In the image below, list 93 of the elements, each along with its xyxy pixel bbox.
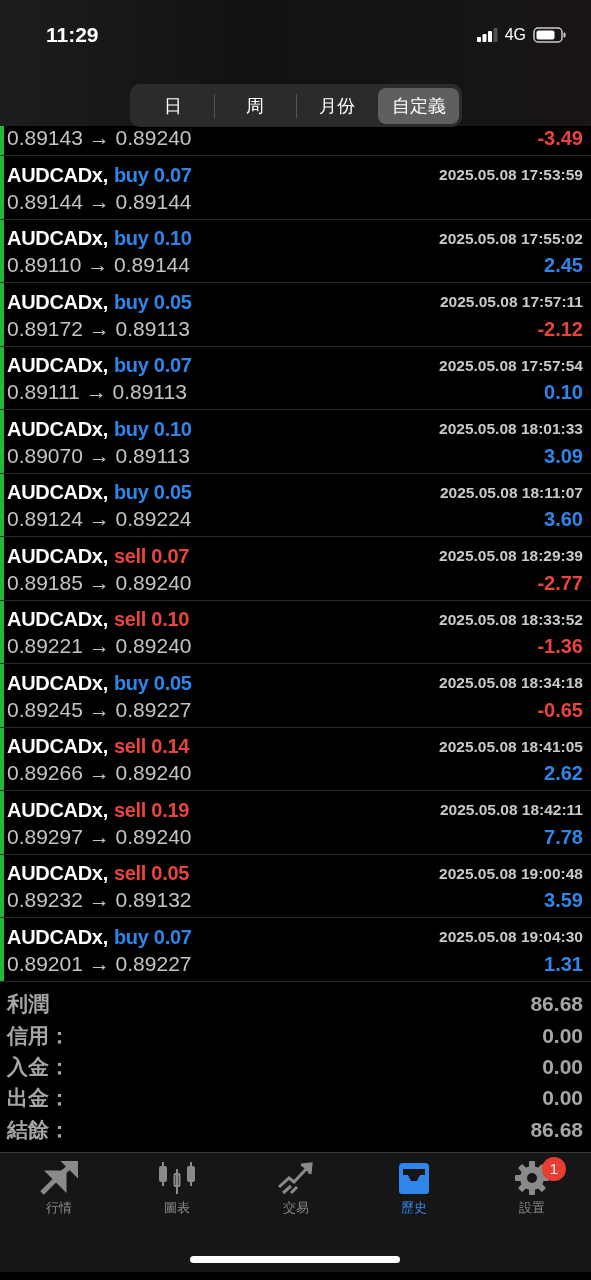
deal-time: 2025.05.08 19:04:30 bbox=[439, 928, 583, 947]
order-action: sell 0.05 bbox=[113, 862, 190, 885]
symbol-name: AUDCADx, bbox=[7, 671, 108, 694]
symbol-name: AUDCADx, bbox=[7, 227, 108, 250]
summary-value: 86.68 bbox=[530, 1117, 583, 1142]
symbol-name: AUDCADx, bbox=[7, 798, 108, 821]
price-range: 0.89201 → 0.89227 bbox=[7, 951, 192, 976]
trend-arrow-icon bbox=[276, 1160, 315, 1195]
price-range: 0.89221 → 0.89240 bbox=[7, 634, 192, 659]
order-action: sell 0.19 bbox=[113, 798, 190, 821]
profit-value: 2.45 bbox=[544, 254, 583, 278]
price-range: 0.89172 → 0.89113 bbox=[7, 316, 190, 341]
order-action: buy 0.07 bbox=[113, 354, 192, 377]
price-range: 0.89185 → 0.89240 bbox=[7, 570, 192, 595]
deal-time: 2025.05.08 18:11:07 bbox=[439, 483, 583, 502]
period-tab[interactable]: 周 bbox=[214, 87, 296, 124]
period-tab[interactable]: 月份 bbox=[296, 87, 378, 124]
order-action: buy 0.07 bbox=[113, 163, 192, 186]
period-tab[interactable]: 日 bbox=[133, 87, 214, 124]
profit-value: -3.49 bbox=[537, 127, 583, 150]
price-range: 0.89111 → 0.89113 bbox=[7, 380, 187, 405]
summary-value: 0.00 bbox=[542, 1054, 583, 1079]
candlestick-icon bbox=[158, 1160, 197, 1195]
deal-time: 2025.05.08 18:29:39 bbox=[439, 547, 583, 566]
period-tab[interactable]: 自定義 bbox=[378, 87, 459, 124]
summary-label: 結餘： bbox=[7, 1116, 70, 1143]
deal-time: 2025.05.08 18:42:11 bbox=[439, 801, 583, 820]
order-action: buy 0.05 bbox=[113, 671, 192, 694]
summary-label: 出金： bbox=[7, 1085, 70, 1112]
price-range: 0.89297 → 0.89240 bbox=[7, 824, 192, 849]
order-action: sell 0.14 bbox=[113, 735, 190, 758]
symbol-name: AUDCADx, bbox=[7, 735, 108, 758]
summary-label: 利潤 bbox=[7, 991, 49, 1018]
deal-time: 2025.05.08 18:41:05 bbox=[439, 737, 583, 756]
profit-value: -0.65 bbox=[537, 698, 583, 722]
battery-icon bbox=[533, 27, 567, 43]
symbol-name: AUDCADx, bbox=[7, 417, 108, 440]
order-action: buy 0.05 bbox=[113, 481, 192, 504]
tab-bar-item[interactable]: 交易 bbox=[236, 1160, 355, 1217]
deal-time: 2025.05.08 17:53:59 bbox=[439, 166, 583, 185]
price-range: 0.89232 → 0.89132 bbox=[7, 888, 192, 913]
price-range: 0.89110 → 0.89144 bbox=[7, 253, 190, 278]
summary-label: 信用： bbox=[7, 1022, 70, 1049]
deal-time: 2025.05.08 18:34:18 bbox=[439, 674, 583, 693]
deal-time: 2025.05.08 19:00:48 bbox=[439, 864, 583, 883]
price-range: 0.89245 → 0.89227 bbox=[7, 697, 192, 722]
price-range: 0.89143 → 0.89240 bbox=[7, 126, 192, 150]
summary-value: 0.00 bbox=[542, 1023, 583, 1048]
symbol-name: AUDCADx, bbox=[7, 481, 108, 504]
deal-time: 2025.05.08 18:33:52 bbox=[439, 610, 583, 629]
deal-time: 2025.05.08 17:57:11 bbox=[439, 293, 583, 312]
symbol-name: AUDCADx, bbox=[7, 608, 108, 631]
symbol-name: AUDCADx, bbox=[7, 290, 108, 313]
summary-label: 入金： bbox=[7, 1053, 70, 1080]
profit-value: 7.78 bbox=[544, 825, 583, 849]
settings-icon bbox=[512, 1160, 551, 1195]
symbol-name: AUDCADx, bbox=[7, 544, 108, 567]
profit-value: 3.59 bbox=[544, 889, 583, 913]
order-action: buy 0.10 bbox=[113, 417, 192, 440]
profit-value: 3.60 bbox=[544, 508, 583, 532]
order-action: sell 0.10 bbox=[113, 608, 190, 631]
profit-value: 2.62 bbox=[544, 762, 583, 786]
price-range: 0.89266 → 0.89240 bbox=[7, 761, 192, 786]
profit-value: -2.12 bbox=[537, 317, 583, 341]
tab-bar-item[interactable]: 行情 bbox=[0, 1160, 119, 1217]
deal-time: 2025.05.08 18:01:33 bbox=[439, 420, 583, 439]
network-label: 4G bbox=[504, 26, 526, 44]
profit-value: -2.77 bbox=[537, 571, 583, 595]
signal-icon bbox=[476, 28, 498, 42]
symbol-name: AUDCADx, bbox=[7, 925, 108, 948]
order-action: buy 0.05 bbox=[113, 290, 192, 313]
notification-badge: 1 bbox=[541, 1156, 566, 1181]
order-action: sell 0.07 bbox=[113, 544, 190, 567]
tab-bar-item[interactable]: 圖表 bbox=[118, 1160, 237, 1217]
symbol-name: AUDCADx, bbox=[7, 354, 108, 377]
price-range: 0.89070 → 0.89113 bbox=[7, 443, 190, 468]
order-action: buy 0.10 bbox=[113, 227, 192, 250]
order-action: buy 0.07 bbox=[113, 925, 192, 948]
deal-time: 2025.05.08 17:57:54 bbox=[439, 356, 583, 375]
profit-value: 1.31 bbox=[544, 952, 583, 976]
tab-bar-item[interactable]: 歷史 bbox=[354, 1160, 473, 1217]
deal-time: 2025.05.08 17:55:02 bbox=[439, 229, 583, 248]
profit-value: 0.10 bbox=[544, 381, 583, 405]
price-range: 0.89124 → 0.89224 bbox=[7, 507, 192, 532]
clock-time: 11:29 bbox=[46, 23, 100, 47]
profit-value: -1.36 bbox=[537, 635, 583, 659]
double-arrow-icon bbox=[40, 1160, 79, 1195]
symbol-name: AUDCADx, bbox=[7, 862, 108, 885]
summary-value: 0.00 bbox=[542, 1086, 583, 1111]
summary-value: 86.68 bbox=[530, 992, 583, 1017]
profit-value: 3.09 bbox=[544, 444, 583, 468]
price-range: 0.89144 → 0.89144 bbox=[7, 189, 192, 214]
symbol-name: AUDCADx, bbox=[7, 163, 108, 186]
